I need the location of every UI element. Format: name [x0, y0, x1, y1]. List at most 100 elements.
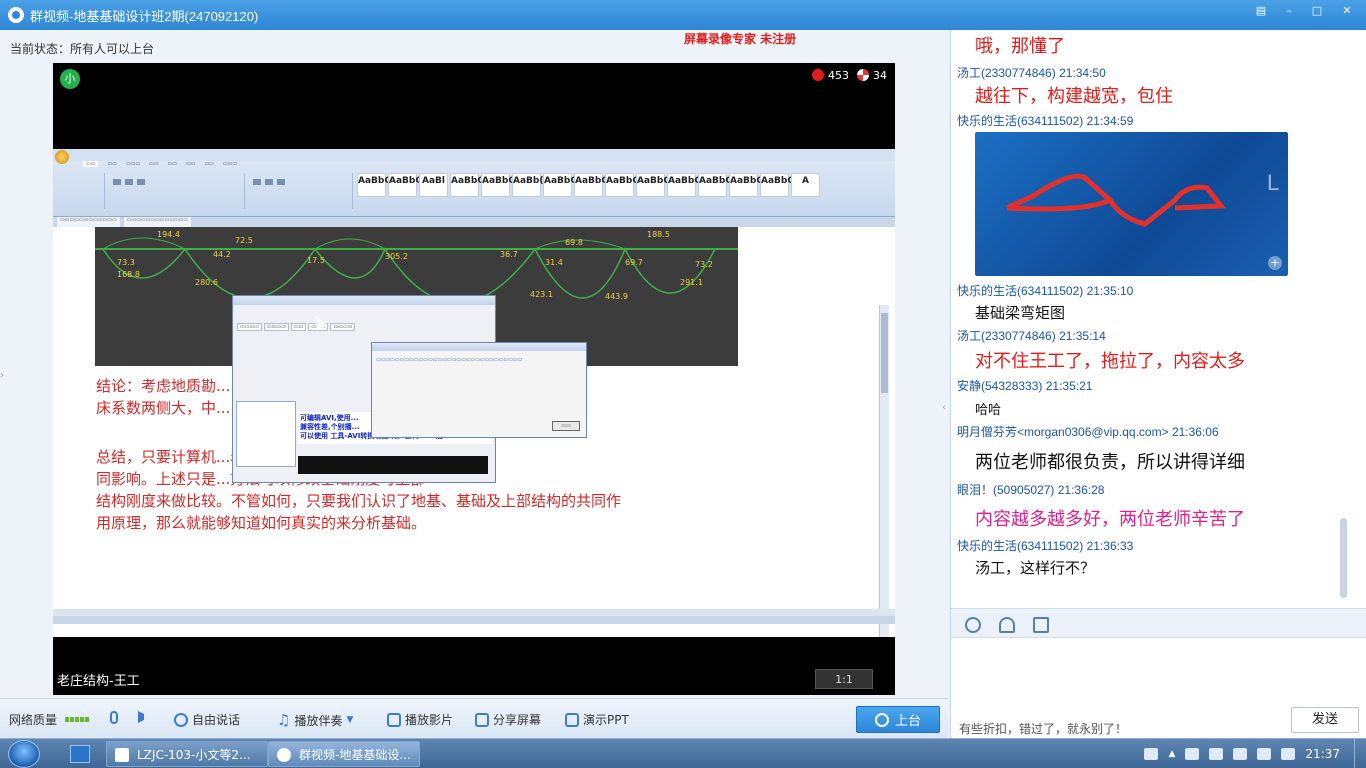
- title-bar: 群视频-地基基础设计班2期(247092120) ▤ – □ ✕: [0, 0, 1366, 30]
- moment-value-label: 73.3: [117, 258, 135, 267]
- pinwheel-count[interactable]: 34: [857, 69, 887, 82]
- free-talk-label: 自由说话: [192, 713, 241, 727]
- moment-curve-top: [102, 237, 626, 250]
- style-swatch: AaBbCcDc: [667, 173, 719, 197]
- signal-tray-icon[interactable]: [1257, 748, 1272, 760]
- recorder-tab: ▭▭▭▭: [263, 323, 289, 331]
- style-swatch: AaBbCcDc: [605, 173, 657, 197]
- chat-scrollbar[interactable]: [1340, 518, 1347, 598]
- document-tab: ▭▭▭▭▭▭▭▭▭▭▭▭: [57, 217, 120, 227]
- bottom-toolbar: 网络质量 自由说话 ♫ 播放伴奏 ▼ 播放影片 分享屏幕 演示PPT 上台: [0, 698, 948, 738]
- start-button[interactable]: [8, 740, 40, 768]
- maximize-button[interactable]: □: [1304, 2, 1330, 20]
- style-swatch: A: [791, 173, 820, 197]
- collapse-left-icon[interactable]: ›: [0, 370, 4, 381]
- chat-message-header[interactable]: 安静(54328333) 21:35:21: [957, 377, 1092, 394]
- volume-icon[interactable]: [1281, 748, 1296, 760]
- ribbon-tab: ▭▭: [107, 161, 117, 167]
- chat-message-header[interactable]: 明月僧芬芳<morgan0306@vip.qq.com> 21:36:06: [957, 423, 1219, 440]
- style-swatch: AaBbCcDc: [636, 173, 688, 197]
- go-on-stage-button[interactable]: 上台: [856, 706, 940, 733]
- chat-message-header[interactable]: 眼泪！(50905027) 21:36:28: [957, 481, 1104, 498]
- play-video-button[interactable]: 播放影片: [387, 711, 453, 728]
- qq-icon: [277, 748, 291, 762]
- video-stream[interactable]: 小 453 34 ▭▭ ▭▭ ▭▭▭ ▭▭ ▭▭ ▭▭ ▭▭ ▭▭▭ AaBbC…: [53, 63, 895, 695]
- accompany-label: 播放伴奏: [294, 713, 343, 728]
- send-image-icon[interactable]: [1033, 617, 1049, 633]
- doc-scroll-thumb[interactable]: [881, 313, 888, 393]
- ribbon-tab: ▭▭: [149, 161, 159, 167]
- chat-message-header[interactable]: 快乐的生活(634111502) 21:36:33: [957, 537, 1133, 554]
- collapse-right-icon[interactable]: ‹: [942, 402, 946, 413]
- network-quality-label: 网络质量: [9, 713, 58, 727]
- ribbon-tabs: ▭▭ ▭▭ ▭▭▭ ▭▭ ▭▭ ▭▭ ▭▭ ▭▭▭: [83, 161, 237, 167]
- clock[interactable]: 21:37: [1305, 747, 1340, 761]
- network-tray-icon[interactable]: [1185, 748, 1200, 760]
- word-status-bar: [53, 616, 895, 624]
- flower-count[interactable]: 453: [812, 69, 849, 82]
- style-swatch: AaBl: [419, 173, 448, 197]
- keyboard-icon[interactable]: [1144, 748, 1159, 760]
- app-tray-icon[interactable]: [1209, 748, 1224, 760]
- minimize-button[interactable]: –: [1276, 2, 1302, 20]
- speaker-button[interactable]: [138, 711, 150, 723]
- share-screen-button[interactable]: 分享屏幕: [475, 711, 541, 728]
- share-screen-label: 分享屏幕: [493, 713, 542, 727]
- chat-message-header[interactable]: 汤工(2330774846) 21:35:14: [957, 327, 1106, 344]
- style-swatch: AaBbCcDc: [574, 173, 626, 197]
- chat-tool-bar: [951, 608, 1366, 638]
- chevron-down-icon: ▼: [346, 715, 354, 725]
- doc-horizontal-scrollbar[interactable]: [53, 609, 895, 616]
- skin-icon[interactable]: ▤: [1248, 2, 1274, 20]
- moment-value-label: 72.5: [235, 236, 253, 245]
- recorder-tab: ▭▭▭▭: [237, 323, 262, 331]
- present-ppt-button[interactable]: 演示PPT: [565, 711, 629, 728]
- microphone-button[interactable]: [110, 711, 118, 724]
- chat-history[interactable]: 哦，那懂了 汤工(2330774846) 21:34:50 越往下，构建越宽，包…: [951, 30, 1351, 608]
- close-button[interactable]: ✕: [1332, 2, 1362, 20]
- pinned-app-icon[interactable]: [70, 745, 90, 763]
- chat-message-header[interactable]: 快乐的生活(634111502) 21:34:59: [957, 112, 1133, 129]
- style-swatch: AaBbCcDc: [729, 173, 781, 197]
- show-desktop-button[interactable]: [1354, 739, 1366, 768]
- style-gallery: AaBbCcDc AaBbCcDc AaBl AaBbC AaBbC AaBb(…: [357, 173, 820, 197]
- send-button[interactable]: 发送: [1291, 707, 1359, 733]
- recorder-tree: [236, 401, 296, 467]
- ribbon-tool: [125, 179, 133, 185]
- word-title-strip: [53, 149, 895, 161]
- taskbar-item-word[interactable]: LZJC-103-小文等2...: [106, 741, 268, 767]
- doc-vertical-scrollbar[interactable]: [879, 305, 889, 637]
- emoji-icon[interactable]: [965, 617, 981, 633]
- chat-message-header[interactable]: 快乐的生活(634111502) 21:35:10: [957, 282, 1133, 299]
- ribbon-tool: [277, 179, 285, 185]
- aspect-ratio-button[interactable]: 1:1: [815, 669, 873, 689]
- accompany-button[interactable]: ♫ 播放伴奏 ▼: [277, 711, 353, 729]
- moment-value-label: 44.2: [213, 250, 231, 259]
- chat-image-attachment[interactable]: L +: [975, 132, 1288, 276]
- stage-status: 当前状态：所有人可以上台: [10, 42, 155, 56]
- security-tray-icon[interactable]: [1233, 748, 1248, 760]
- recorder-preview: [298, 456, 488, 474]
- recorder-tab: ▭▭▭▭: [330, 323, 356, 331]
- share-screen-icon: [475, 712, 489, 727]
- chat-message-body: 哦，那懂了: [975, 36, 1065, 57]
- ribbon-tab: ▭▭: [83, 161, 99, 167]
- music-note-icon: ♫: [277, 711, 291, 729]
- tray-expand-icon[interactable]: ▲: [1168, 749, 1175, 759]
- stage-icon: [874, 712, 889, 727]
- presenter-name: 老庄结构-王工: [57, 674, 140, 689]
- ribbon-group-clipboard: [57, 173, 105, 209]
- ribbon-tool: [265, 179, 273, 185]
- ribbon-group-paragraph: [245, 173, 353, 209]
- style-swatch: AaBbCcDc: [760, 173, 812, 197]
- microphone-icon: [110, 711, 118, 724]
- dialog-ok-button: ▭▭: [552, 421, 580, 431]
- word-ribbon: ▭▭ ▭▭ ▭▭▭ ▭▭ ▭▭ ▭▭ ▭▭ ▭▭▭ AaBbCcDc AaBbC…: [53, 149, 895, 217]
- film-icon: [387, 712, 401, 727]
- taskbar-item-group-video[interactable]: 群视频-地基基础设...: [268, 741, 420, 767]
- image-zoom-icon[interactable]: +: [1268, 256, 1282, 270]
- chat-message-header[interactable]: 汤工(2330774846) 21:34:50: [957, 64, 1106, 81]
- free-talk-button[interactable]: 自由说话: [174, 711, 240, 728]
- screenshot-scissors-icon[interactable]: [999, 617, 1015, 633]
- ribbon-tool: [137, 179, 145, 185]
